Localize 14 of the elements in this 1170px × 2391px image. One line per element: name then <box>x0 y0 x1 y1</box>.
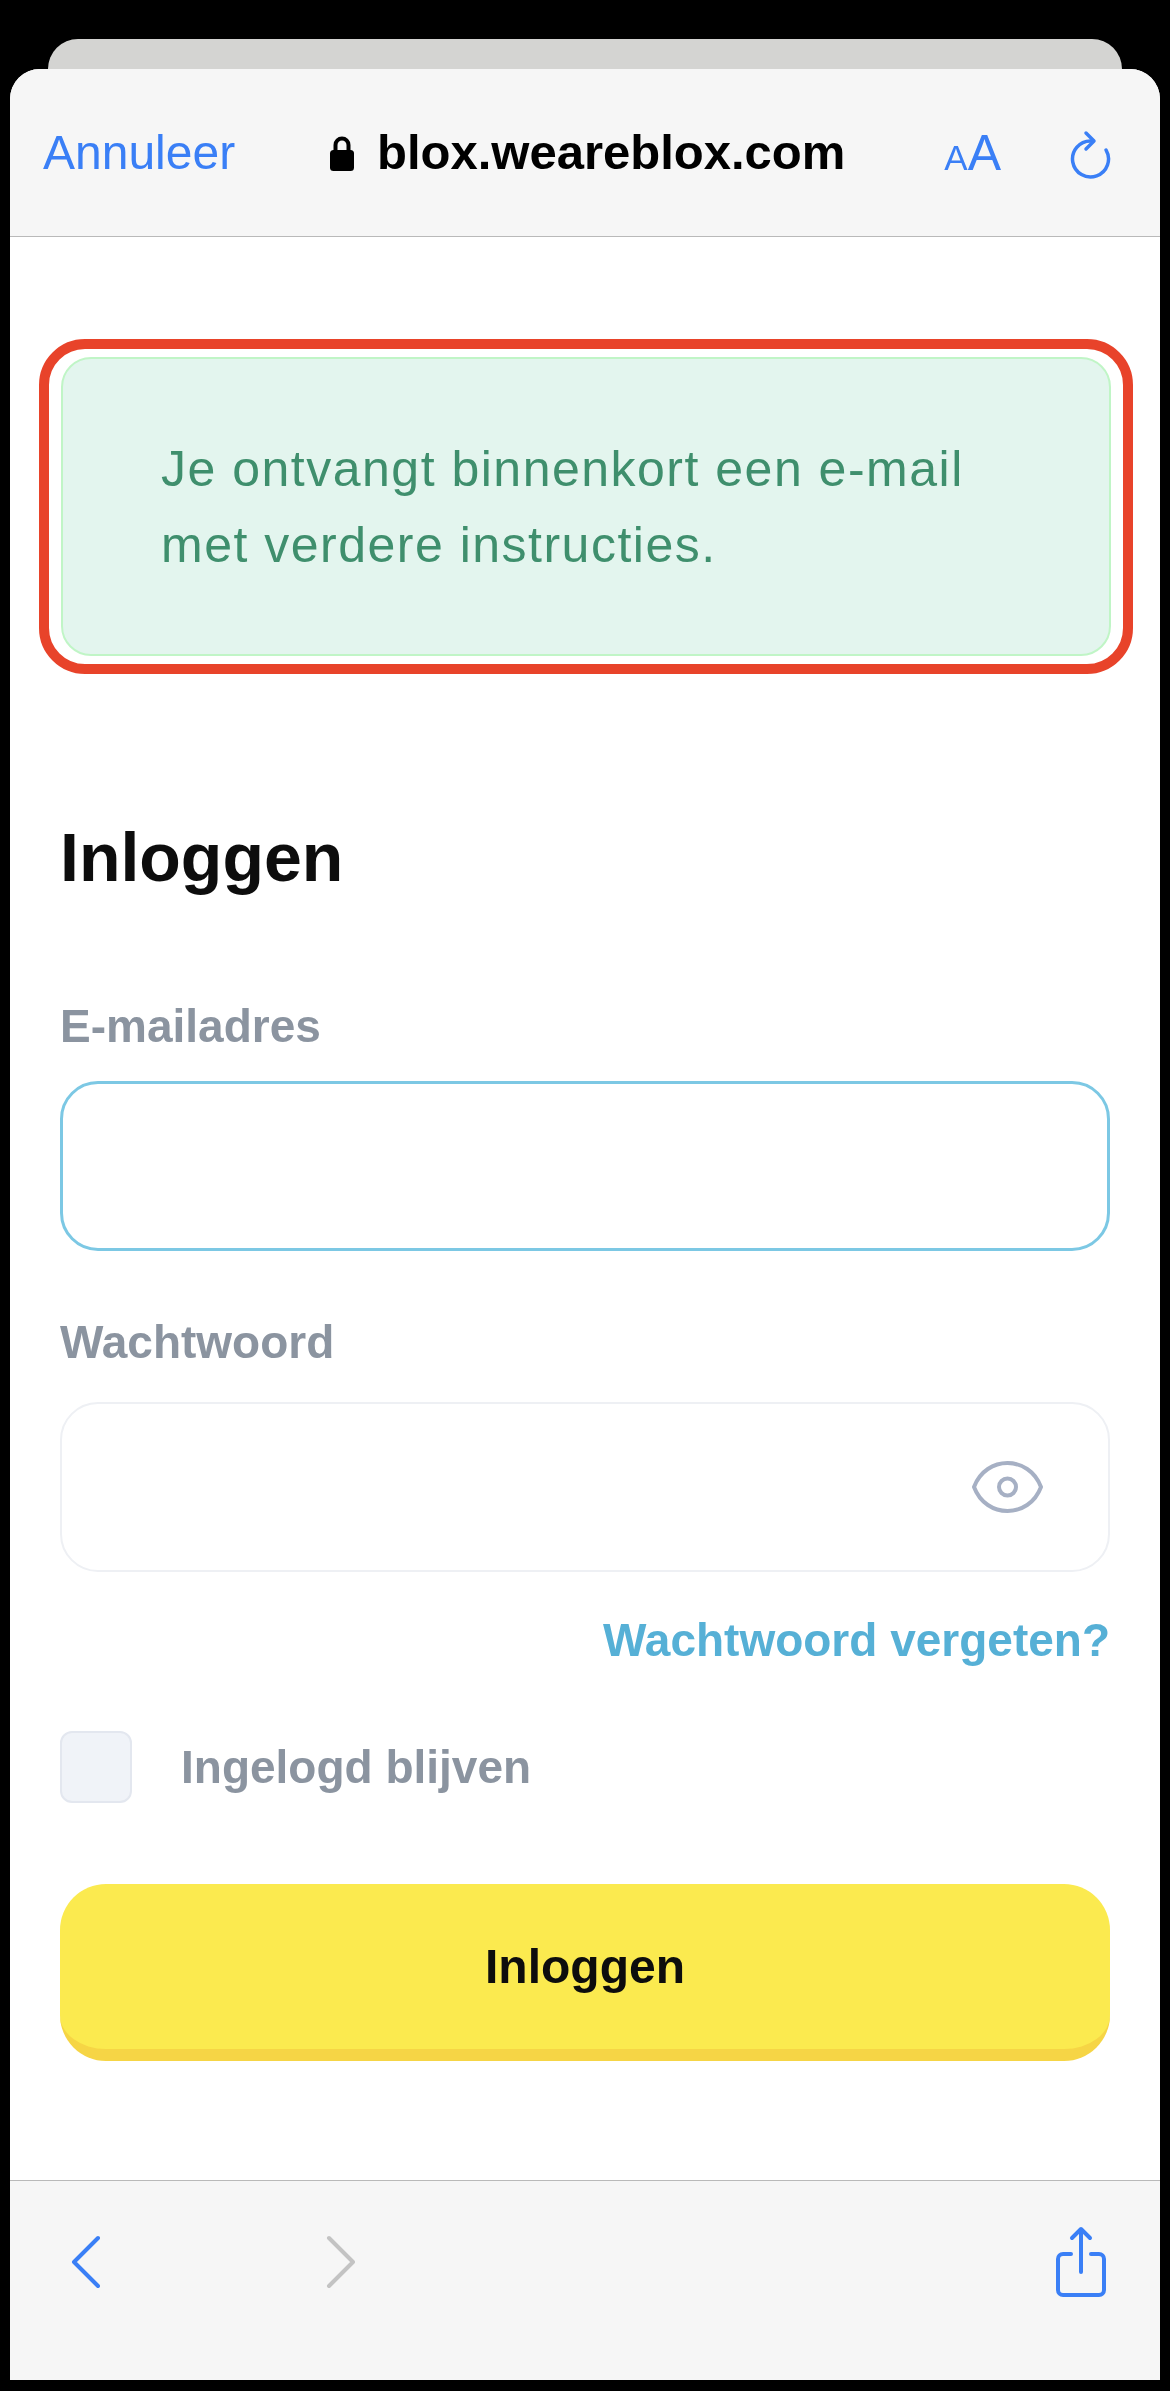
field-label: E-mailadres <box>60 1003 321 1049</box>
eye-icon[interactable] <box>971 1460 1044 1514</box>
share-icon[interactable] <box>1053 2225 1109 2299</box>
text-size-button[interactable]: AA <box>944 127 1001 178</box>
lock-icon <box>329 134 355 171</box>
url-text: blox.weareblox.com <box>377 128 846 177</box>
password-field[interactable] <box>60 1402 1110 1572</box>
chevron-left-icon[interactable] <box>71 2235 101 2289</box>
checkbox[interactable] <box>60 1731 132 1803</box>
login-button[interactable]: Inloggen <box>60 1884 1110 2061</box>
field-label: Wachtwoord <box>60 1319 335 1365</box>
email-field[interactable] <box>60 1081 1110 1251</box>
cancel-button[interactable]: Annuleer <box>43 128 236 177</box>
alert-message: Je ontvangt binnenkort een e-mail met verdere instructies. <box>161 439 965 575</box>
